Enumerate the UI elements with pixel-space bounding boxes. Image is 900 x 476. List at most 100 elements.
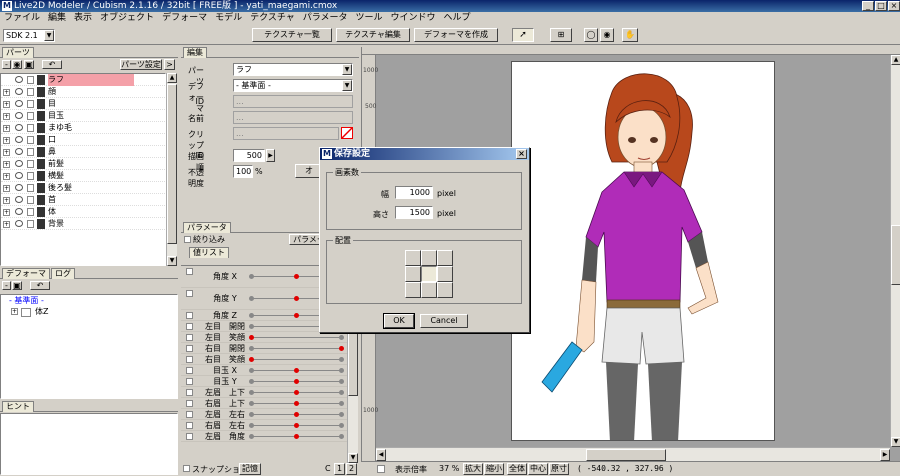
lock-icon[interactable]: ▣ <box>24 60 34 69</box>
parameter-row[interactable]: 右目 開閉 <box>181 343 347 354</box>
lock-icon[interactable] <box>27 112 34 120</box>
eye-icon[interactable] <box>15 172 23 179</box>
expand-icon[interactable]: + <box>3 101 10 108</box>
parameter-row[interactable]: 右眉 上下 <box>181 398 347 409</box>
eye-icon[interactable] <box>15 76 23 83</box>
menu-model[interactable]: モデル <box>211 12 246 25</box>
lock-icon[interactable] <box>27 196 34 204</box>
expand-icon[interactable]: + <box>3 173 10 180</box>
slider-handle-active[interactable] <box>294 434 299 439</box>
slider-handle-active[interactable] <box>294 296 299 301</box>
parameter-checkbox[interactable] <box>186 323 193 330</box>
lock-icon[interactable] <box>27 148 34 156</box>
parameter-row[interactable]: 左眉 左右 <box>181 409 347 420</box>
scroll-down-icon[interactable]: ▼ <box>167 256 177 266</box>
zoom-in-button[interactable]: 拡大 <box>463 463 483 475</box>
grid-tool-icon[interactable]: ⊞ <box>550 28 572 42</box>
slider-handle-active[interactable] <box>294 401 299 406</box>
deformer-child[interactable]: + 体Z <box>1 306 177 318</box>
lock-icon[interactable] <box>27 136 34 144</box>
parameter-checkbox[interactable] <box>186 422 193 429</box>
opacity-input[interactable]: 100 <box>233 165 253 178</box>
slider-handle-active[interactable] <box>294 390 299 395</box>
texture-list-button[interactable]: テクスチャ一覧 <box>252 28 332 42</box>
parameter-checkbox[interactable] <box>186 367 193 374</box>
eye-icon[interactable] <box>15 196 23 203</box>
lasso-tool-icon[interactable]: ◯ <box>584 28 598 42</box>
list-item[interactable]: + 目玉 <box>1 110 165 122</box>
slider-keyframe[interactable] <box>339 335 344 340</box>
collapse-icon[interactable]: - <box>2 60 11 69</box>
slider-keyframe[interactable] <box>339 412 344 417</box>
menu-parameter[interactable]: パラメータ <box>299 12 352 25</box>
parameter-checkbox[interactable] <box>186 378 193 385</box>
anchor-cell-selected[interactable] <box>421 266 437 282</box>
list-item[interactable]: + 顔 <box>1 86 165 98</box>
canvas-page[interactable] <box>511 61 775 441</box>
eye-icon[interactable] <box>15 124 23 131</box>
parameter-slider[interactable] <box>249 423 344 428</box>
slider-keyframe[interactable] <box>249 324 254 329</box>
zoom-checkbox[interactable] <box>377 465 385 473</box>
parameter-slider[interactable] <box>249 346 344 351</box>
slider-keyframe[interactable] <box>339 379 344 384</box>
slider-handle-active[interactable] <box>294 423 299 428</box>
cancel-button[interactable]: Cancel <box>420 314 468 328</box>
slider-keyframe[interactable] <box>339 423 344 428</box>
list-item[interactable]: + 前髪 <box>1 158 165 170</box>
scroll-up-icon[interactable]: ▲ <box>167 73 177 83</box>
parts-scrollbar[interactable]: ▲ ▼ <box>166 73 177 266</box>
parameter-row[interactable]: 左眉 上下 <box>181 387 347 398</box>
eye-icon[interactable] <box>15 220 23 227</box>
parameter-checkbox[interactable] <box>186 312 193 319</box>
close-button[interactable]: × <box>888 1 900 11</box>
lock-icon[interactable] <box>27 88 34 96</box>
slider-keyframe[interactable] <box>339 401 344 406</box>
slider-handle-active[interactable] <box>294 368 299 373</box>
scroll-right-icon[interactable]: ▶ <box>880 449 890 461</box>
edit-tab[interactable]: 編集 <box>183 47 207 58</box>
menu-object[interactable]: オブジェクト <box>96 12 158 25</box>
parameter-slider[interactable] <box>249 434 344 439</box>
maximize-button[interactable]: □ <box>875 1 887 11</box>
filter-checkbox[interactable] <box>184 236 191 243</box>
parameter-slider[interactable] <box>249 379 344 384</box>
hint-tab[interactable]: ヒント <box>2 401 34 412</box>
snapshot-checkbox[interactable] <box>183 465 190 472</box>
parameter-checkbox[interactable] <box>186 345 193 352</box>
eye-icon[interactable] <box>15 112 23 119</box>
lock-icon[interactable]: ▣ <box>12 281 22 290</box>
lock-icon[interactable] <box>27 100 34 108</box>
canvas-horizontal-scrollbar[interactable]: ◀ ▶ <box>376 447 890 461</box>
list-item[interactable]: + 横髪 <box>1 170 165 182</box>
fit-all-button[interactable]: 全体 <box>507 463 527 475</box>
anchor-cell[interactable] <box>405 266 421 282</box>
parameter-row[interactable]: 目玉 X <box>181 365 347 376</box>
undo-icon[interactable]: ↶ <box>30 281 50 290</box>
collapse-icon[interactable]: - <box>2 281 11 290</box>
chevron-down-icon[interactable]: ▼ <box>44 30 54 41</box>
lock-icon[interactable] <box>27 220 34 228</box>
triangle-right-icon[interactable]: ▶ <box>266 149 275 162</box>
list-item[interactable]: + 体 <box>1 206 165 218</box>
clip-field[interactable]: ... <box>233 127 339 140</box>
slider-keyframe[interactable] <box>339 357 344 362</box>
undo-icon[interactable]: ↶ <box>42 60 62 69</box>
parameter-checkbox[interactable] <box>186 268 193 275</box>
slider-handle-active[interactable] <box>294 379 299 384</box>
lock-icon[interactable] <box>27 172 34 180</box>
expand-icon[interactable]: + <box>3 197 10 204</box>
anchor-cell[interactable] <box>421 250 437 266</box>
parts-tab[interactable]: パーツ <box>2 47 34 58</box>
slider-keyframe[interactable] <box>249 423 254 428</box>
parameter-row[interactable]: 目玉 Y <box>181 376 347 387</box>
anchor-cell[interactable] <box>405 282 421 298</box>
slider-handle-active[interactable] <box>294 274 299 279</box>
list-item[interactable]: + 後ろ髪 <box>1 182 165 194</box>
parameter-slider[interactable] <box>249 401 344 406</box>
expand-icon[interactable]: + <box>3 221 10 228</box>
slider-keyframe[interactable] <box>249 390 254 395</box>
memory-button[interactable]: 記憶 <box>239 463 261 475</box>
list-item[interactable]: + 鼻 <box>1 146 165 158</box>
menu-file[interactable]: ファイル <box>0 12 44 25</box>
